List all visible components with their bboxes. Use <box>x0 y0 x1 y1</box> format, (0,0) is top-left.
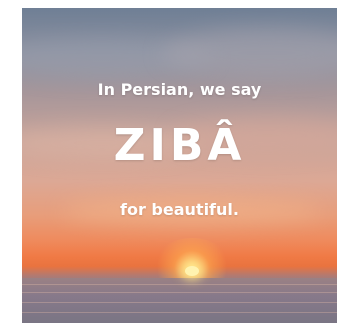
wave-line <box>22 302 337 303</box>
sunset-photo: In Persian, we say ZIBÂ for beautiful. <box>22 8 337 323</box>
setting-sun <box>185 266 199 276</box>
caption-meaning: for beautiful. <box>120 200 239 219</box>
caption-headline: ZIBÂ <box>113 120 246 171</box>
cloud-streak <box>162 28 337 78</box>
wave-line <box>22 284 337 285</box>
caption-intro: In Persian, we say <box>97 80 262 99</box>
wave-line <box>22 312 337 313</box>
wave-line <box>22 292 337 293</box>
sea <box>22 278 337 323</box>
